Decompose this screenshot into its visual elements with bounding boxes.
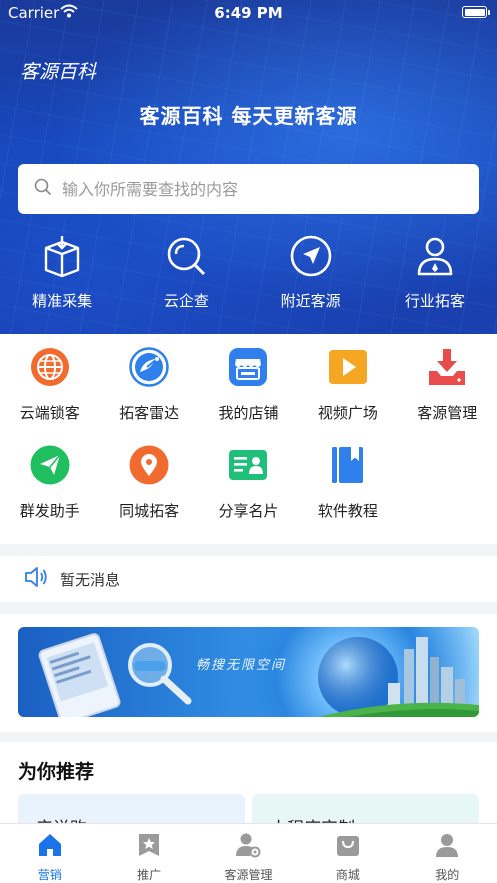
book-icon xyxy=(327,444,369,486)
grid-item-mass-send[interactable]: 群发助手 xyxy=(0,444,99,521)
section-title: 为你推荐 xyxy=(18,761,95,783)
promo-banner[interactable]: 畅搜无限空间 xyxy=(18,627,479,717)
star-badge-icon xyxy=(136,832,162,862)
banner-section: 畅搜无限空间 xyxy=(0,614,497,732)
bottom-tab-bar: 营销 推广 客源管理 商城 我的 xyxy=(0,823,497,883)
banner-text: 畅搜无限空间 xyxy=(196,658,287,673)
hero-action-industry[interactable]: 行业拓客 xyxy=(373,232,497,311)
tab-label: 推广 xyxy=(137,868,162,882)
play-icon xyxy=(327,346,369,388)
grid-item-local[interactable]: 同城拓客 xyxy=(99,444,198,521)
hero-action-label: 精准采集 xyxy=(32,292,93,310)
grid-item-label: 拓客雷达 xyxy=(119,404,180,422)
battery-tip xyxy=(488,10,490,15)
hero-actions: 精准采集 云企查 附近客源 行业拓客 xyxy=(0,232,497,311)
header-hero: Carrier 6:49 PM 客源百科 客源百科 每天更新客源 输入你所需要查… xyxy=(0,0,497,334)
grid-item-video[interactable]: 视频广场 xyxy=(298,346,397,423)
grid-item-radar[interactable]: 拓客雷达 xyxy=(99,346,198,423)
search-icon xyxy=(34,178,52,200)
search-input[interactable] xyxy=(62,179,442,199)
tab-customer-manage[interactable]: 客源管理 xyxy=(199,824,298,883)
status-bar: Carrier 6:49 PM xyxy=(0,0,497,26)
hero-action-company-search[interactable]: 云企查 xyxy=(124,232,248,311)
home-icon xyxy=(37,832,63,862)
feature-row: 云端锁客 拓客雷达 我的店铺 视频广场 客源管理 xyxy=(0,346,497,423)
tab-label: 我的 xyxy=(435,868,460,882)
hero-action-label: 云企查 xyxy=(163,292,209,310)
feature-grid: 云端锁客 拓客雷达 我的店铺 视频广场 客源管理 群发助手 同城拓客 分享名片 … xyxy=(0,334,497,544)
hero-action-label: 行业拓客 xyxy=(404,292,465,310)
hero-action-collect[interactable]: 精准采集 xyxy=(0,232,124,311)
recommend-section: 为你推荐 产说购 小程序定制 xyxy=(0,742,497,844)
grid-item-my-store[interactable]: 我的店铺 xyxy=(199,346,298,423)
grid-item-label: 客源管理 xyxy=(417,404,478,422)
tab-mall[interactable]: 商城 xyxy=(298,824,397,883)
notice-text: 暂无消息 xyxy=(60,570,121,589)
store-icon xyxy=(227,346,269,388)
notice-bar[interactable]: 暂无消息 xyxy=(0,556,497,602)
grid-item-label: 软件教程 xyxy=(317,502,378,520)
box-download-icon xyxy=(38,232,86,280)
grid-item-tutorial[interactable]: 软件教程 xyxy=(298,444,397,521)
battery-icon xyxy=(462,6,487,18)
tab-promotion[interactable]: 推广 xyxy=(99,824,198,883)
grid-item-label: 云端锁客 xyxy=(19,404,80,422)
speaker-icon xyxy=(24,566,48,592)
clock: 6:49 PM xyxy=(214,4,283,22)
card-icon xyxy=(227,444,269,486)
grid-item-label: 我的店铺 xyxy=(218,404,279,422)
tab-label: 营销 xyxy=(37,868,62,882)
hero-action-label: 附近客源 xyxy=(280,292,341,310)
tab-label: 客源管理 xyxy=(224,868,273,882)
tab-mine[interactable]: 我的 xyxy=(398,824,497,883)
grid-item-label: 视频广场 xyxy=(317,404,378,422)
app-title: 客源百科 xyxy=(20,61,97,83)
navigation-icon xyxy=(287,232,335,280)
globe-icon xyxy=(29,346,71,388)
tab-marketing[interactable]: 营销 xyxy=(0,824,99,883)
grid-item-customer-manage[interactable]: 客源管理 xyxy=(398,346,497,423)
download-icon xyxy=(426,346,468,388)
shop-bag-icon xyxy=(335,832,361,862)
radar-icon xyxy=(128,346,170,388)
grid-item-label: 分享名片 xyxy=(218,502,279,520)
tab-label: 商城 xyxy=(335,868,360,882)
user-settings-icon xyxy=(235,832,261,862)
hero-action-nearby[interactable]: 附近客源 xyxy=(249,232,373,311)
send-icon xyxy=(29,444,71,486)
grid-item-cloud-lock[interactable]: 云端锁客 xyxy=(0,346,99,423)
search-icon xyxy=(162,232,210,280)
slogan: 客源百科 每天更新客源 xyxy=(139,104,358,128)
feature-row: 群发助手 同城拓客 分享名片 软件教程 xyxy=(0,444,497,521)
grid-item-label: 同城拓客 xyxy=(119,502,180,520)
grid-item-share-card[interactable]: 分享名片 xyxy=(199,444,298,521)
search-bar[interactable] xyxy=(18,164,479,214)
grid-item-label: 群发助手 xyxy=(19,502,80,520)
profile-icon xyxy=(434,832,460,862)
user-icon xyxy=(411,232,459,280)
location-icon xyxy=(128,444,170,486)
